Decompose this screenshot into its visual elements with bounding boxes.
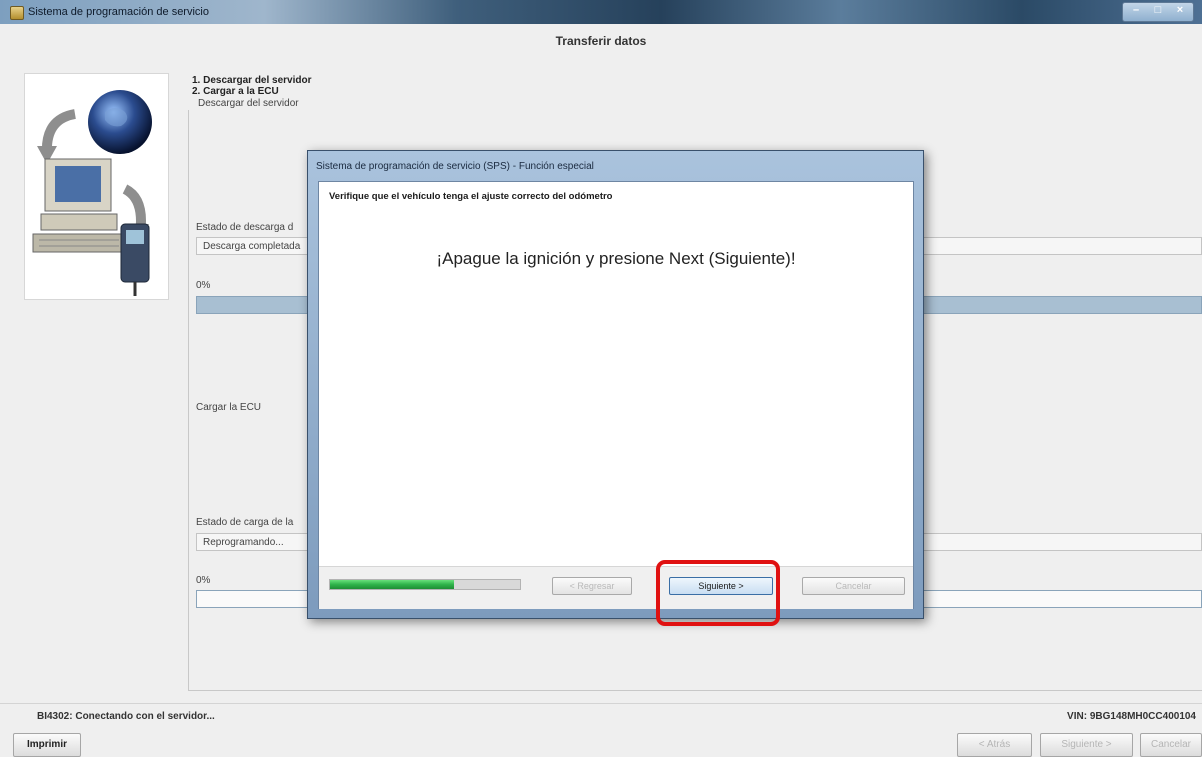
back-button[interactable]: < Atrás bbox=[957, 733, 1032, 757]
dialog-progress-bar bbox=[329, 579, 521, 590]
maximize-icon[interactable]: □ bbox=[1147, 4, 1169, 16]
step-item: 2. Cargar a la ECU bbox=[192, 86, 279, 97]
dialog-progress-fill bbox=[330, 580, 454, 589]
app-icon bbox=[10, 6, 24, 20]
dialog-footer: < Regresar Siguiente > Cancelar bbox=[319, 566, 913, 609]
download-section-label: Descargar del servidor bbox=[198, 98, 299, 109]
scan-tool-icon bbox=[120, 223, 150, 296]
highlight-box bbox=[656, 560, 780, 626]
dialog-message: ¡Apague la ignición y presione Next (Sig… bbox=[436, 249, 796, 268]
page-title: Transferir datos bbox=[555, 34, 647, 48]
download-status-label: Estado de descarga d bbox=[196, 222, 294, 233]
dialog-cancel-button[interactable]: Cancelar bbox=[802, 577, 905, 595]
next-button[interactable]: Siguiente > bbox=[1040, 733, 1133, 757]
vin-label: VIN: 9BG148MH0CC400104 bbox=[1067, 711, 1196, 722]
window-controls: – □ × bbox=[1122, 2, 1194, 22]
special-function-dialog: Sistema de programación de servicio (SPS… bbox=[307, 150, 924, 619]
close-icon[interactable]: × bbox=[1169, 4, 1191, 16]
globe-icon bbox=[88, 90, 152, 154]
cancel-button[interactable]: Cancelar bbox=[1140, 733, 1202, 757]
upload-section-label: Cargar la ECU bbox=[196, 402, 262, 413]
window-title: Sistema de programación de servicio bbox=[28, 6, 209, 18]
window-titlebar: Sistema de programación de servicio – □ … bbox=[0, 0, 1202, 24]
step-item: 1. Descargar del servidor bbox=[192, 75, 312, 86]
transfer-illustration bbox=[24, 73, 169, 300]
step-list: 1. Descargar del servidor 2. Cargar a la… bbox=[192, 75, 312, 97]
dialog-title: Sistema de programación de servicio (SPS… bbox=[316, 161, 594, 172]
minimize-icon[interactable]: – bbox=[1125, 4, 1147, 16]
computer-icon bbox=[32, 158, 126, 253]
print-button[interactable]: Imprimir bbox=[13, 733, 81, 757]
status-bar: BI4302: Conectando con el servidor... VI… bbox=[0, 703, 1202, 726]
upload-status-label: Estado de carga de la bbox=[196, 517, 294, 528]
status-message: BI4302: Conectando con el servidor... bbox=[37, 711, 215, 722]
upload-percent: 0% bbox=[196, 575, 211, 586]
download-percent: 0% bbox=[196, 280, 211, 291]
dialog-instruction: Verifique que el vehículo tenga el ajust… bbox=[329, 191, 613, 202]
dialog-back-button[interactable]: < Regresar bbox=[552, 577, 632, 595]
dialog-body: Verifique que el vehículo tenga el ajust… bbox=[318, 181, 914, 609]
